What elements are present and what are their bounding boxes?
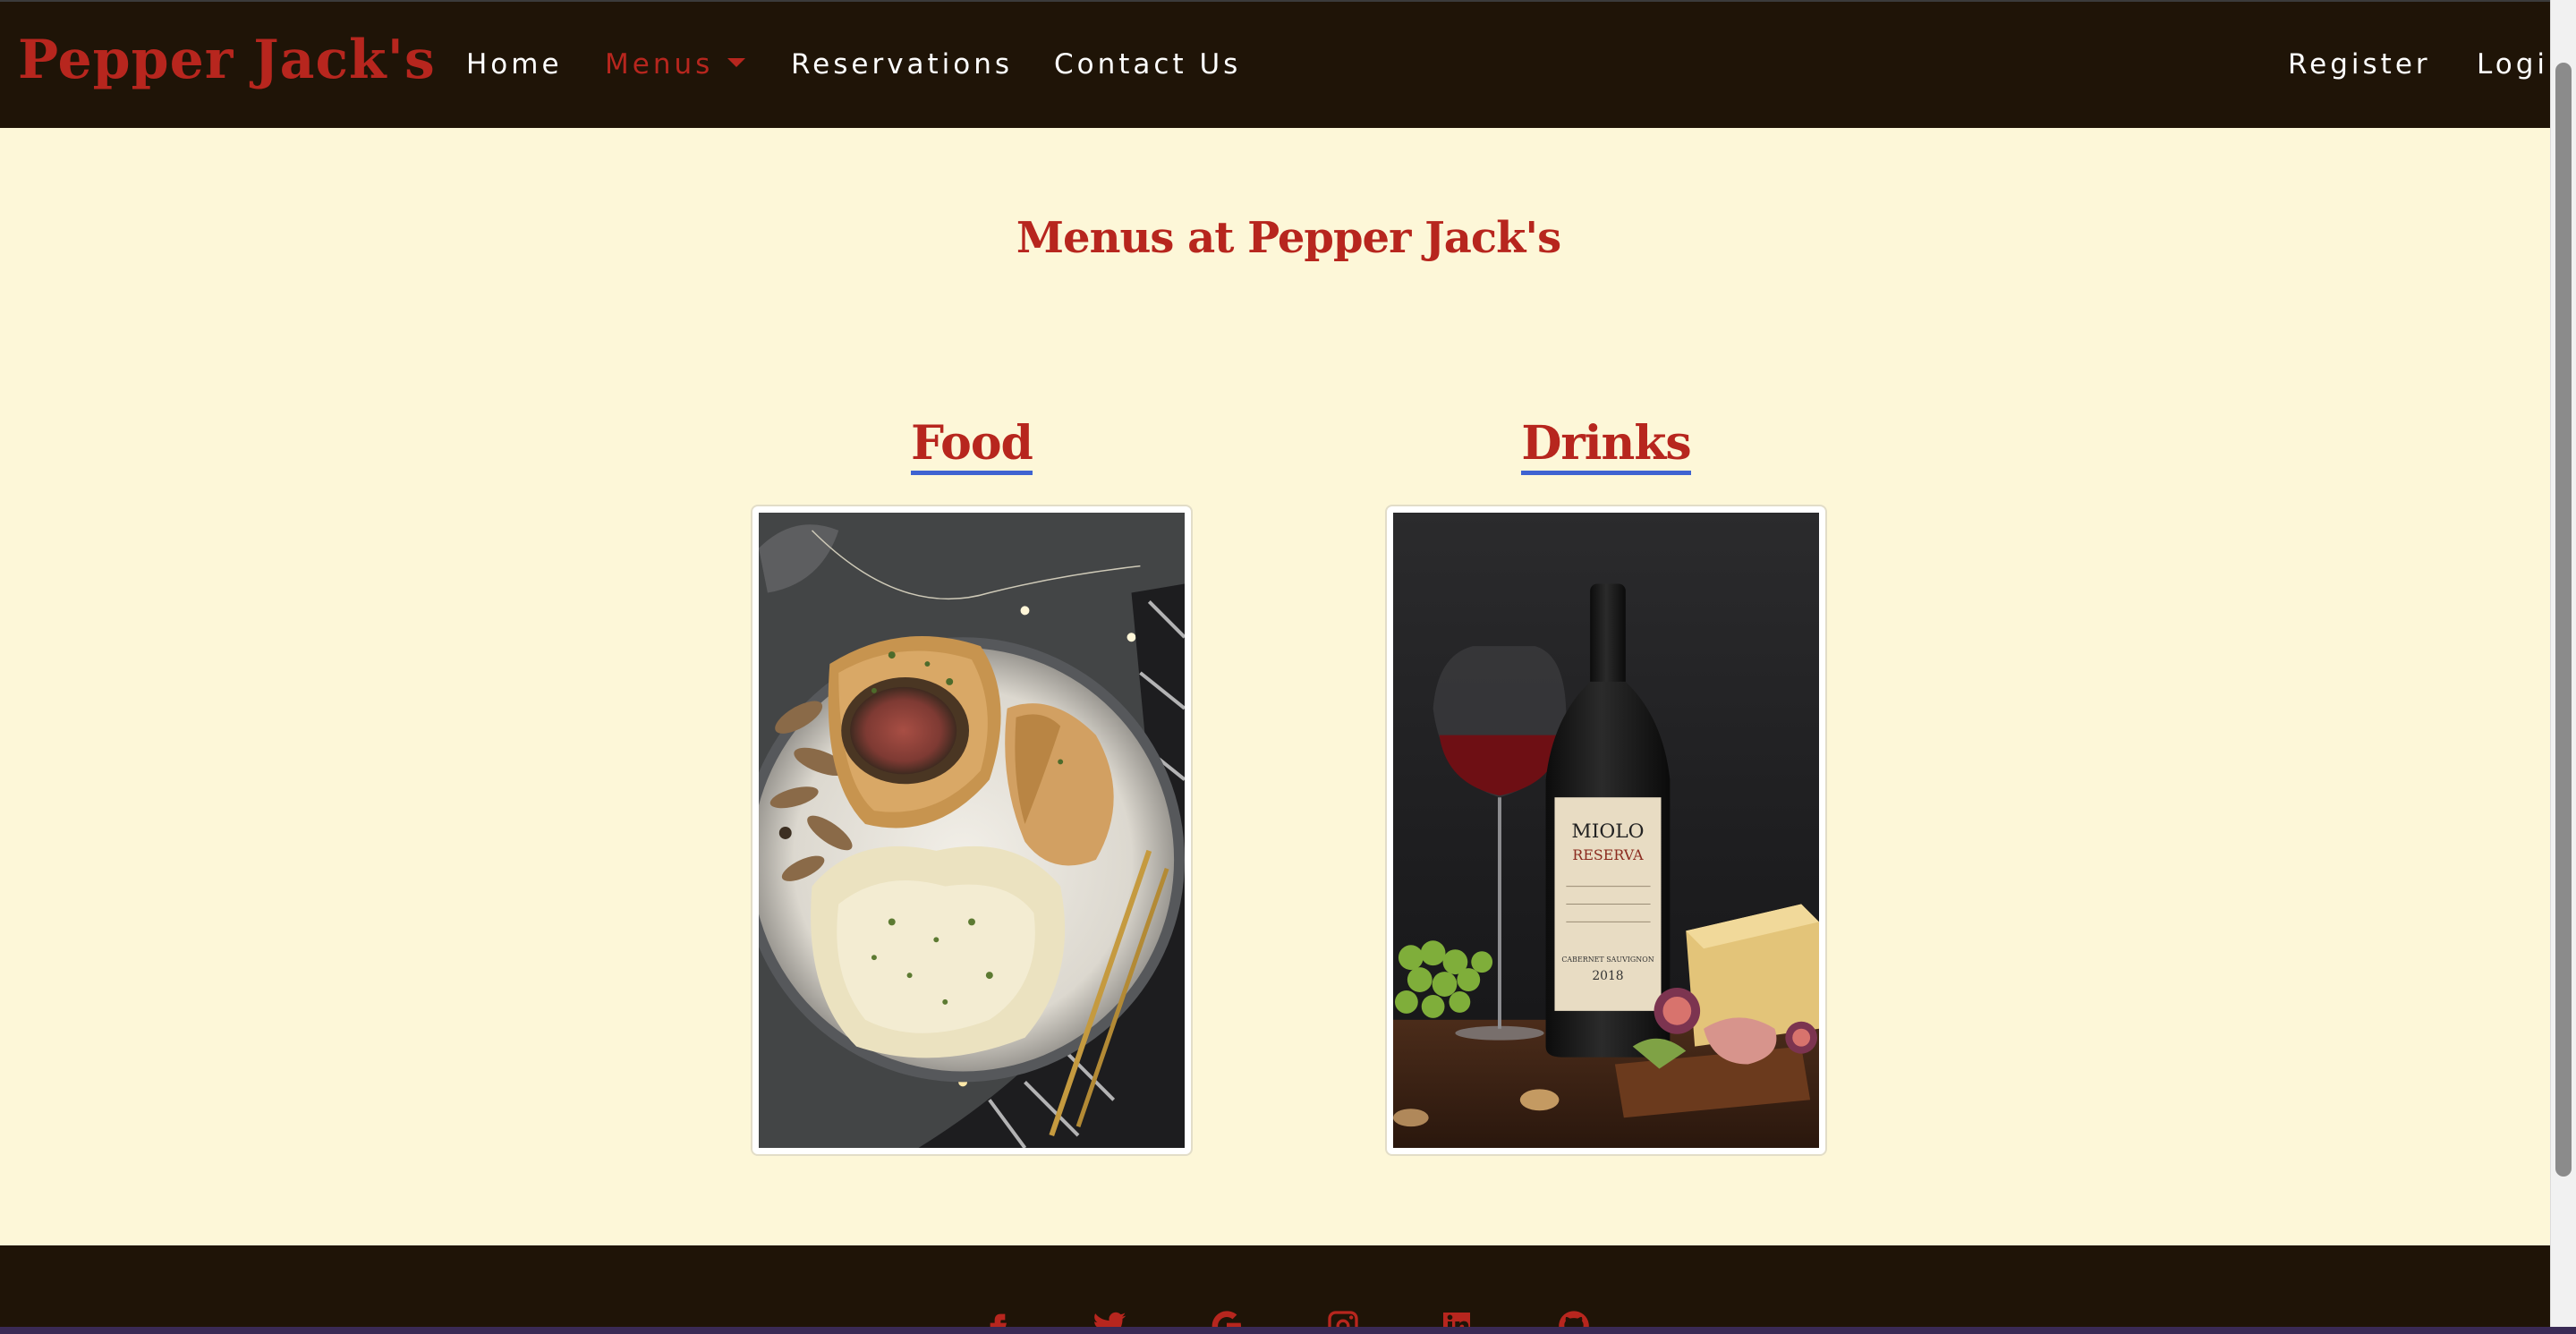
nav-home[interactable]: Home <box>466 48 563 81</box>
window-bottom-edge <box>0 1327 2576 1334</box>
food-menu-link[interactable]: Food <box>751 416 1193 477</box>
nav-reservations[interactable]: Reservations <box>791 48 1013 81</box>
drinks-photo: MIOLO RESERVA CABERNET SAUVIGNON 2018 <box>1393 513 1819 1148</box>
page-title: Menus at Pepper Jack's <box>1016 213 1561 263</box>
caret-down-icon <box>727 57 746 67</box>
brand-logo[interactable]: Pepper Jack's <box>18 29 436 91</box>
nav-login[interactable]: Login <box>2477 48 2550 81</box>
food-photo <box>759 513 1185 1148</box>
drinks-menu-heading: Drinks <box>1521 416 1692 475</box>
vertical-scrollbar[interactable] <box>2550 0 2576 1334</box>
scrollbar-thumb[interactable] <box>2555 63 2572 1177</box>
footer <box>0 1245 2550 1334</box>
nav-contact-us[interactable]: Contact Us <box>1054 48 1241 81</box>
wine-label-varietal: CABERNET SAUVIGNON <box>1561 956 1654 964</box>
food-menu-image[interactable] <box>751 505 1193 1156</box>
food-menu-heading: Food <box>911 416 1033 475</box>
drinks-menu-image[interactable]: MIOLO RESERVA CABERNET SAUVIGNON 2018 <box>1385 505 1827 1156</box>
nav-menus-dropdown[interactable]: Menus <box>605 48 746 81</box>
drinks-menu-link[interactable]: Drinks <box>1385 416 1827 477</box>
wine-label-year: 2018 <box>1592 969 1623 983</box>
wine-label-brand: MIOLO <box>1571 820 1644 843</box>
nav-register[interactable]: Register <box>2288 48 2431 81</box>
wine-label-line: RESERVA <box>1572 846 1644 863</box>
nav-menus-label: Menus <box>605 48 714 81</box>
drinks-menu-card: Drinks MIOLO RESERVA CABERNET SAUVIGNON … <box>1385 416 1827 1156</box>
page: Pepper Jack's Home Menus Reservations Co… <box>0 0 2550 1334</box>
navbar: Pepper Jack's Home Menus Reservations Co… <box>0 0 2550 128</box>
food-menu-card: Food <box>751 416 1193 1156</box>
